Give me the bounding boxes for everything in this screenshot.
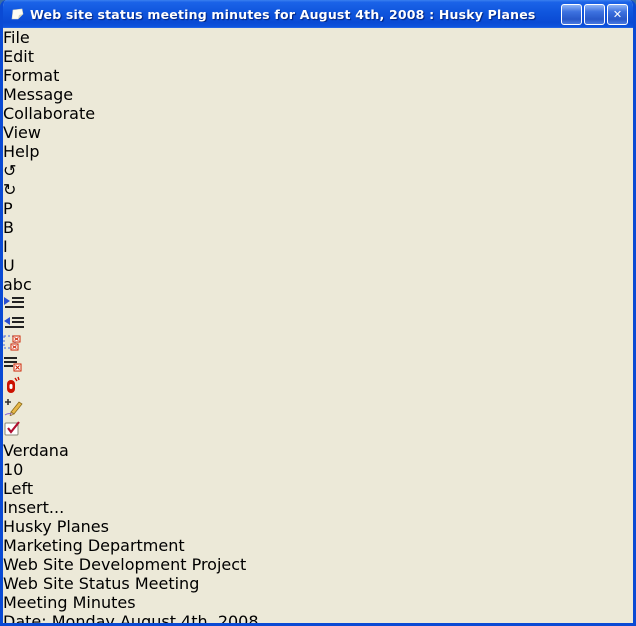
- plain-style-icon: P: [3, 199, 13, 218]
- outdent-button[interactable]: [3, 314, 633, 334]
- doc-header-line: Husky Planes: [3, 517, 633, 536]
- alignment-select[interactable]: Left: [3, 479, 76, 498]
- insert-value: Insert...: [3, 498, 64, 517]
- font-family-select[interactable]: Verdana: [3, 441, 210, 460]
- field-value: Monday August 4th, 2008: [47, 612, 259, 626]
- redo-icon: ↻: [3, 180, 16, 199]
- menu-item-format[interactable]: Format: [3, 66, 633, 85]
- selection-box-icon: [3, 334, 23, 351]
- doc-header-line: Marketing Department: [3, 536, 633, 555]
- strikethrough-icon: abc: [3, 275, 32, 294]
- list-tagged-button[interactable]: [3, 355, 633, 376]
- indent-icon: [3, 294, 25, 310]
- close-button[interactable]: ✕: [607, 4, 628, 25]
- italic-icon: I: [3, 237, 8, 256]
- menu-item-view[interactable]: View: [3, 123, 633, 142]
- indent-button[interactable]: [3, 294, 633, 314]
- menu-item-help[interactable]: Help: [3, 142, 633, 161]
- toolbar: ↺ ↻ P B I U abc: [3, 161, 633, 441]
- undo-icon: ↺: [3, 161, 16, 180]
- list-tag-icon: [3, 355, 23, 372]
- application-window: Web site status meeting minutes for Augu…: [0, 0, 636, 626]
- close-icon: ✕: [613, 8, 622, 21]
- select-tagged-button[interactable]: [3, 334, 633, 355]
- italic-button[interactable]: I: [3, 237, 633, 256]
- field-label: Date:: [3, 612, 47, 626]
- menu-item-edit[interactable]: Edit: [3, 47, 633, 66]
- outdent-icon: [3, 314, 25, 330]
- spellcheck-button[interactable]: [3, 420, 633, 441]
- menu-item-collaborate[interactable]: Collaborate: [3, 104, 633, 123]
- doc-main-title: Web Site Status Meeting: [3, 574, 633, 593]
- field-lines: Date: Monday August 4th, 2008Location: S…: [3, 612, 633, 626]
- field-line: Date: Monday August 4th, 2008: [3, 612, 633, 626]
- insert-select[interactable]: Insert...: [3, 498, 137, 517]
- bold-button[interactable]: B: [3, 218, 633, 237]
- minimize-button[interactable]: [561, 4, 582, 25]
- redo-button[interactable]: ↻: [3, 180, 633, 199]
- font-size-select[interactable]: 10: [3, 460, 49, 479]
- undo-button[interactable]: ↺: [3, 161, 633, 180]
- numbering-button[interactable]: [3, 376, 633, 398]
- menu-bar: FileEditFormatMessageCollaborateViewHelp: [3, 28, 633, 161]
- maximize-button[interactable]: [584, 4, 605, 25]
- font-family-value: Verdana: [3, 441, 69, 460]
- document-body[interactable]: Husky PlanesMarketing DepartmentWeb Site…: [3, 517, 633, 626]
- format-bar: Verdana 10 Left Insert...: [3, 441, 633, 517]
- doc-header-line: Web Site Development Project: [3, 555, 633, 574]
- menu-item-file[interactable]: File: [3, 28, 633, 47]
- alignment-value: Left: [3, 479, 33, 498]
- doc-subtitle: Meeting Minutes: [3, 593, 633, 612]
- checkbox-check-icon: [3, 420, 22, 437]
- pencil-plus-icon: [3, 398, 23, 416]
- window-title: Web site status meeting minutes for Augu…: [30, 7, 561, 22]
- doc-header-lines: Husky PlanesMarketing DepartmentWeb Site…: [3, 517, 633, 574]
- document-note-icon: [9, 6, 26, 22]
- add-signature-button[interactable]: [3, 398, 633, 420]
- document-area: Husky PlanesMarketing DepartmentWeb Site…: [3, 517, 633, 626]
- title-bar[interactable]: Web site status meeting minutes for Augu…: [3, 0, 633, 28]
- menu-item-message[interactable]: Message: [3, 85, 633, 104]
- strikethrough-button[interactable]: abc: [3, 275, 633, 294]
- underline-button[interactable]: U: [3, 256, 633, 275]
- plain-style-button[interactable]: P: [3, 199, 633, 218]
- number-zero-icon: [3, 376, 21, 394]
- font-size-value: 10: [3, 460, 23, 479]
- underline-icon: U: [3, 256, 15, 275]
- bold-icon: B: [3, 218, 14, 237]
